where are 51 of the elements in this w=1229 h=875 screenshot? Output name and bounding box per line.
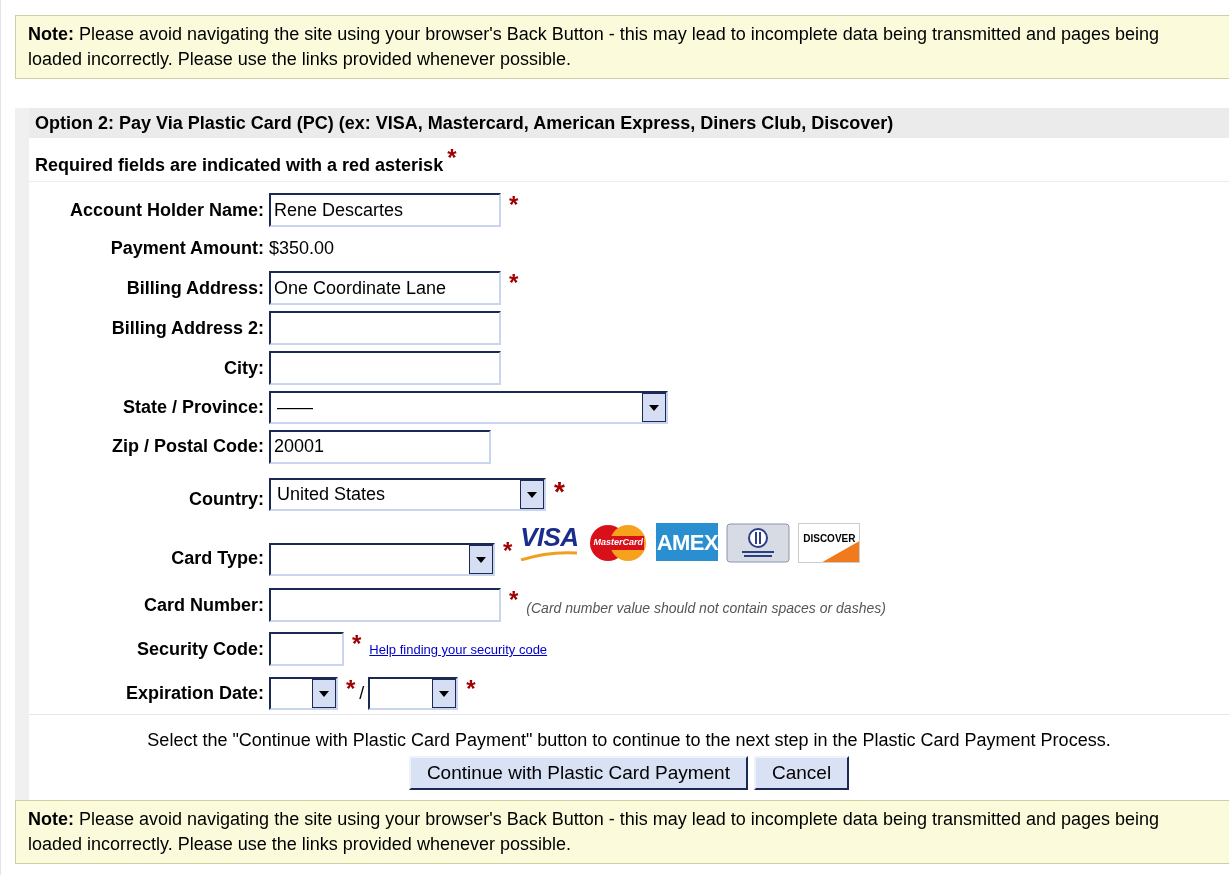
dropdown[interactable]: [368, 676, 459, 710]
required-asterisk: *: [554, 478, 565, 506]
required-asterisk: *: [509, 588, 519, 612]
required-asterisk: *: [509, 271, 519, 295]
field-label: Account Holder Name:: [69, 199, 264, 220]
text-field[interactable]: [269, 588, 501, 622]
required-asterisk: *: [509, 193, 519, 217]
mastercard-logo: MasterCard: [588, 523, 649, 563]
dropdown[interactable]: ——: [269, 391, 668, 424]
field-label: Billing Address:: [126, 277, 264, 298]
dropdown-value: United States: [276, 483, 387, 506]
instruction-text: Select the "Continue with Plastic Card Payment" button to continue to the next step in the Plastic Card Payment Process.: [147, 729, 1111, 752]
visa-logo: VISA: [518, 523, 581, 563]
required-asterisk: *: [346, 676, 356, 701]
required-asterisk: *: [503, 537, 513, 564]
text-field[interactable]: 20001: [269, 429, 491, 464]
continue-button[interactable]: Continue with Plastic Card Payment: [408, 756, 748, 790]
field-label: Zip / Postal Code:: [112, 436, 264, 456]
field-label: Billing Address 2:: [111, 317, 264, 338]
field-label: Card Number:: [144, 594, 264, 615]
field-label: Country:: [189, 489, 264, 509]
section-header: Option 2: Pay Via Plastic Card (PC) (ex: VISA, Mastercard, American Express, Diners Club, Discover): [29, 108, 1229, 138]
field-label: Card Type:: [171, 548, 264, 568]
required-asterisk: *: [447, 146, 457, 170]
diners-club-logo: [726, 523, 791, 563]
text-field[interactable]: [269, 632, 344, 666]
required-asterisk: *: [352, 632, 362, 656]
field-label: Expiration Date:: [125, 682, 264, 703]
text-field[interactable]: One Coordinate Lane: [269, 271, 501, 305]
cancel-button[interactable]: Cancel: [753, 756, 850, 790]
date-separator: /: [359, 681, 365, 705]
field-label: Payment Amount:: [110, 237, 264, 258]
dropdown[interactable]: United States: [269, 478, 546, 511]
dropdown-value: ——: [276, 396, 314, 419]
amex-logo: AMEX: [656, 523, 719, 561]
help-link[interactable]: Help finding your security code: [369, 640, 548, 660]
field-label: Security Code:: [136, 638, 264, 659]
dropdown[interactable]: [269, 676, 338, 710]
dropdown[interactable]: [269, 543, 495, 576]
payment-amount: $350.00: [269, 236, 335, 260]
required-asterisk: *: [466, 676, 476, 701]
field-label: State / Province:: [122, 397, 264, 417]
note-text: Note: Please avoid navigating the site using your browser's Back Button - this may lead to incomplete data being transmitted and pages being loaded incorrectly. Please use the links provided whenever possible.: [28, 24, 1160, 69]
note-text: Note: Please avoid navigating the site using your browser's Back Button - this may lead to incomplete data being transmitted and pages being loaded incorrectly. Please use the links provided whenever possible.: [28, 809, 1160, 854]
hint-text: (Card number value should not contain spaces or dashes): [526, 599, 886, 618]
required-fields-note: Required fields are indicated with a red asterisk: [35, 154, 444, 177]
discover-logo: DISCOVER: [798, 523, 861, 563]
field-label: City:: [224, 357, 264, 378]
text-field[interactable]: [269, 351, 501, 385]
text-field[interactable]: Rene Descartes: [269, 193, 501, 227]
text-field[interactable]: [269, 311, 501, 345]
